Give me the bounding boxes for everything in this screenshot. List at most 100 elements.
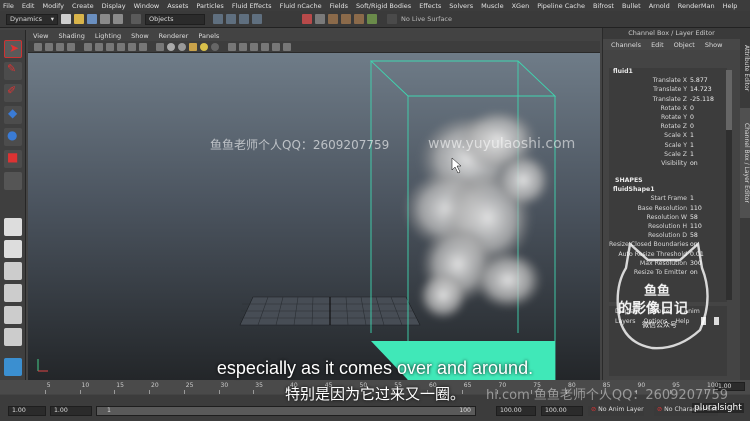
camera-icon[interactable] xyxy=(34,42,42,51)
channel-box-menu-item-2[interactable]: Object xyxy=(674,41,695,49)
menu-item-6[interactable]: Assets xyxy=(167,2,188,10)
menu-item-13[interactable]: Solvers xyxy=(449,2,473,10)
film-gate-icon[interactable] xyxy=(95,42,103,51)
menu-item-10[interactable]: Fields xyxy=(330,2,348,10)
menu-item-15[interactable]: XGen xyxy=(512,2,530,10)
live-surface-icon[interactable] xyxy=(387,14,397,24)
lasso-tool-icon[interactable]: ✎ xyxy=(4,62,22,80)
magnet-icon[interactable] xyxy=(302,14,312,24)
move-tool-icon[interactable]: ◆ xyxy=(4,106,22,124)
save-scene-icon[interactable] xyxy=(87,14,97,24)
menu-item-7[interactable]: Particles xyxy=(196,2,223,10)
snap-curve-icon[interactable] xyxy=(226,14,236,24)
channel-value[interactable]: 14.723 xyxy=(687,86,712,95)
select-hierarchy-icon[interactable] xyxy=(131,14,141,24)
field-chart-icon[interactable] xyxy=(128,42,136,51)
channel-box-scrollbar[interactable] xyxy=(726,70,732,300)
menu-item-12[interactable]: Effects xyxy=(419,2,441,10)
menu-item-11[interactable]: Soft/Rigid Bodies xyxy=(356,2,411,10)
menu-item-3[interactable]: Create xyxy=(72,2,94,10)
channel-value[interactable]: 0 xyxy=(687,123,694,132)
shape-channel-value[interactable]: 110 xyxy=(687,205,702,214)
menu-item-5[interactable]: Window xyxy=(134,2,160,10)
object-name[interactable]: fluid1 xyxy=(609,68,727,77)
lights-icon[interactable] xyxy=(200,42,208,51)
channel-value[interactable]: 1 xyxy=(687,142,694,151)
layout-single-icon[interactable] xyxy=(4,218,22,236)
shape-channel-value[interactable]: 58 xyxy=(687,214,698,223)
textured-icon[interactable] xyxy=(189,42,197,51)
shape-channel-value[interactable]: 1 xyxy=(687,195,694,204)
snap-point-icon[interactable] xyxy=(239,14,249,24)
viewport-menu-item-3[interactable]: Show xyxy=(131,32,149,40)
channel-row[interactable]: Translate X 5.877 xyxy=(609,77,727,86)
channel-box-menu-item-3[interactable]: Show xyxy=(705,41,723,49)
menu-item-4[interactable]: Display xyxy=(102,2,126,10)
render-settings-icon[interactable] xyxy=(354,14,364,24)
channel-row[interactable]: Rotate X0 xyxy=(609,105,727,114)
smooth-shade-icon[interactable] xyxy=(167,42,175,51)
layout-outliner-icon[interactable] xyxy=(4,306,22,324)
render-icon[interactable] xyxy=(328,14,338,24)
channel-value[interactable]: 0 xyxy=(687,105,694,114)
channel-row[interactable]: Rotate Y0 xyxy=(609,114,727,123)
viewport-menu-item-2[interactable]: Lighting xyxy=(95,32,121,40)
layout-two-icon[interactable] xyxy=(4,262,22,280)
channel-row[interactable]: Translate Y 14.723 xyxy=(609,86,727,95)
channel-value[interactable]: 1 xyxy=(687,132,694,141)
tab-channel-box[interactable]: Channel Box / Layer Editor xyxy=(740,108,750,218)
channel-row[interactable]: Visibility on xyxy=(609,160,727,169)
menu-item-14[interactable]: Muscle xyxy=(481,2,504,10)
menu-item-2[interactable]: Modify xyxy=(42,2,64,10)
scale-tool-icon[interactable]: ■ xyxy=(4,150,22,168)
channel-row[interactable]: Translate Z -25.118 xyxy=(609,96,727,105)
hypershade-icon[interactable] xyxy=(367,14,377,24)
menuset-dropdown[interactable]: Dynamics ▾ xyxy=(6,13,58,25)
wireframe-on-shaded-icon[interactable] xyxy=(178,42,186,51)
viewport-menu-item-1[interactable]: Shading xyxy=(58,32,84,40)
menu-item-8[interactable]: Fluid Effects xyxy=(232,2,272,10)
image-plane-icon[interactable] xyxy=(67,42,75,51)
antialias-icon[interactable] xyxy=(283,42,291,51)
gate-mask-icon[interactable] xyxy=(117,42,125,51)
channel-row[interactable]: Scale Y1 xyxy=(609,142,727,151)
scrollbar-thumb[interactable] xyxy=(726,70,732,130)
undo-icon[interactable] xyxy=(100,14,110,24)
menu-item-18[interactable]: Bullet xyxy=(622,2,641,10)
paint-select-icon[interactable]: ✐ xyxy=(4,84,22,102)
ambient-occlusion-icon[interactable] xyxy=(261,42,269,51)
channel-value[interactable]: 0 xyxy=(687,114,694,123)
bookmark-icon[interactable] xyxy=(56,42,64,51)
viewport-menu-item-4[interactable]: Renderer xyxy=(159,32,189,40)
isolate-icon[interactable] xyxy=(228,42,236,51)
shape-channel-row[interactable]: Start Frame 1 xyxy=(609,195,727,204)
snap-view-icon[interactable] xyxy=(252,14,262,24)
ipr-render-icon[interactable] xyxy=(341,14,351,24)
channel-box-menu-item-1[interactable]: Edit xyxy=(651,41,664,49)
last-tool-icon[interactable] xyxy=(4,172,22,190)
viewport-menu-item-5[interactable]: Panels xyxy=(198,32,219,40)
resolution-gate-icon[interactable] xyxy=(106,42,114,51)
safe-action-icon[interactable] xyxy=(139,42,147,51)
new-scene-icon[interactable] xyxy=(61,14,71,24)
anim-layer-dropdown[interactable]: ⊘ No Anim Layer xyxy=(588,406,644,416)
channel-row[interactable]: Scale X1 xyxy=(609,132,727,141)
menu-item-9[interactable]: Fluid nCache xyxy=(280,2,322,10)
layout-graph-icon[interactable] xyxy=(4,284,22,302)
channel-value[interactable]: -25.118 xyxy=(687,96,714,105)
start-time-field[interactable]: 1.00 xyxy=(8,406,46,416)
shape-channel-value[interactable]: 110 xyxy=(687,223,702,232)
snap-grid-icon[interactable] xyxy=(213,14,223,24)
menu-item-1[interactable]: Edit xyxy=(22,2,35,10)
channel-value[interactable]: on xyxy=(687,160,698,169)
menu-item-17[interactable]: Bifrost xyxy=(593,2,614,10)
menu-item-19[interactable]: Arnold xyxy=(649,2,670,10)
shadows-icon[interactable] xyxy=(211,42,219,51)
shape-name[interactable]: fluidShape1 xyxy=(609,186,727,195)
viewport-menu-item-0[interactable]: View xyxy=(33,32,48,40)
channel-row[interactable]: Rotate Z0 xyxy=(609,123,727,132)
end-time-field[interactable]: 100.00 xyxy=(541,406,583,416)
wireframe-icon[interactable] xyxy=(156,42,164,51)
menu-item-21[interactable]: Help xyxy=(723,2,738,10)
channel-box-menu-item-0[interactable]: Channels xyxy=(611,41,641,49)
